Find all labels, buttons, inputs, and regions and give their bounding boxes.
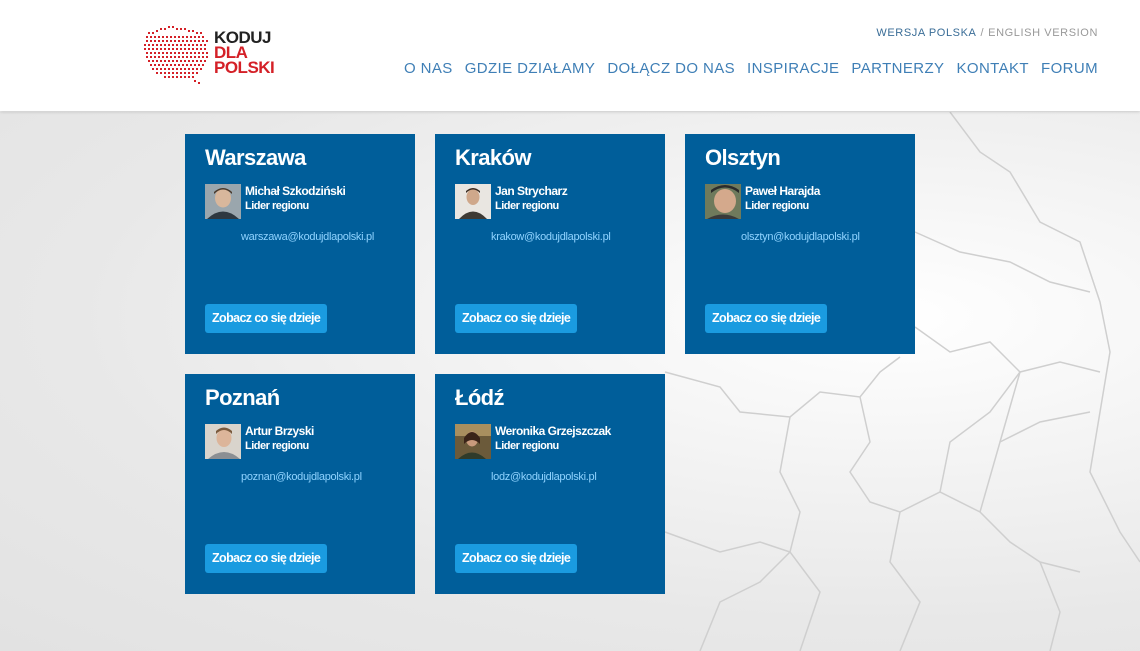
main-nav: O NAS GDZIE DZIAŁAMY DOŁĄCZ DO NAS INSPI… <box>392 60 1098 77</box>
region-card-warszawa: Warszawa Michał Szkodziński Lider region… <box>185 134 415 354</box>
see-whats-happening-button[interactable]: Zobacz co się dzieje <box>205 544 328 573</box>
lang-english-link[interactable]: ENGLISH VERSION <box>988 27 1098 39</box>
leader-name: Michał Szkodziński <box>245 184 346 198</box>
person-avatar-icon <box>205 424 241 459</box>
region-city: Olsztyn <box>705 145 781 170</box>
nav-dolacz-do-nas[interactable]: DOŁĄCZ DO NAS <box>607 60 735 77</box>
leader-avatar <box>205 184 241 219</box>
see-whats-happening-button[interactable]: Zobacz co się dzieje <box>455 304 578 333</box>
region-email-link[interactable]: olsztyn@kodujdlapolski.pl <box>741 231 860 243</box>
region-card-poznan: Poznań Artur Brzyski Lider regionu pozna… <box>185 374 415 594</box>
leader-role: Lider regionu <box>245 200 309 212</box>
nav-gdzie-dzialamy[interactable]: GDZIE DZIAŁAMY <box>465 60 596 77</box>
nav-forum[interactable]: FORUM <box>1041 60 1098 77</box>
region-city: Warszawa <box>205 145 306 170</box>
nav-partnerzy[interactable]: PARTNERZY <box>851 60 944 77</box>
region-card-lodz: Łódź Weronika Grzejszczak Lider regionu … <box>435 374 665 594</box>
logo-wordmark: KODUJ DLA POLSKI <box>214 29 275 77</box>
see-whats-happening-button[interactable]: Zobacz co się dzieje <box>705 304 828 333</box>
leader-name: Paweł Harajda <box>745 184 820 198</box>
region-email-link[interactable]: krakow@kodujdlapolski.pl <box>491 231 611 243</box>
leader-role: Lider regionu <box>495 440 559 452</box>
leader-name: Artur Brzyski <box>245 424 314 438</box>
leader-role: Lider regionu <box>245 440 309 452</box>
logo-line-3: POLSKI <box>214 58 275 77</box>
lang-polish-link[interactable]: WERSJA POLSKA <box>876 27 976 39</box>
region-card-krakow: Kraków Jan Strycharz Lider regionu krako… <box>435 134 665 354</box>
see-whats-happening-button[interactable]: Zobacz co się dzieje <box>455 544 578 573</box>
see-whats-happening-button[interactable]: Zobacz co się dzieje <box>205 304 328 333</box>
region-card-olsztyn: Olsztyn Paweł Harajda Lider regionu olsz… <box>685 134 915 354</box>
poland-map-logo-icon <box>144 26 208 84</box>
site-header: KODUJ DLA POLSKI WERSJA POLSKA / ENGLISH V… <box>0 0 1140 111</box>
leader-avatar <box>705 184 741 219</box>
nav-kontakt[interactable]: KONTAKT <box>956 60 1029 77</box>
person-avatar-icon <box>205 184 241 219</box>
language-switcher: WERSJA POLSKA / ENGLISH VERSION <box>876 27 1098 39</box>
region-email-link[interactable]: poznan@kodujdlapolski.pl <box>241 471 362 483</box>
leader-avatar <box>455 424 491 459</box>
leader-name: Weronika Grzejszczak <box>495 424 611 438</box>
person-avatar-icon <box>455 424 491 459</box>
leader-avatar <box>205 424 241 459</box>
lang-separator: / <box>980 27 985 39</box>
nav-inspiracje[interactable]: INSPIRACJE <box>747 60 839 77</box>
nav-o-nas[interactable]: O NAS <box>404 60 453 77</box>
region-city: Kraków <box>455 145 531 170</box>
person-avatar-icon <box>705 184 741 219</box>
region-city: Łódź <box>455 385 505 410</box>
leader-name: Jan Strycharz <box>495 184 568 198</box>
region-city: Poznań <box>205 385 280 410</box>
region-email-link[interactable]: lodz@kodujdlapolski.pl <box>491 471 597 483</box>
person-avatar-icon <box>455 184 491 219</box>
leader-role: Lider regionu <box>495 200 559 212</box>
site-logo[interactable]: KODUJ DLA POLSKI <box>144 24 284 86</box>
region-email-link[interactable]: warszawa@kodujdlapolski.pl <box>241 231 374 243</box>
leader-role: Lider regionu <box>745 200 809 212</box>
leader-avatar <box>455 184 491 219</box>
